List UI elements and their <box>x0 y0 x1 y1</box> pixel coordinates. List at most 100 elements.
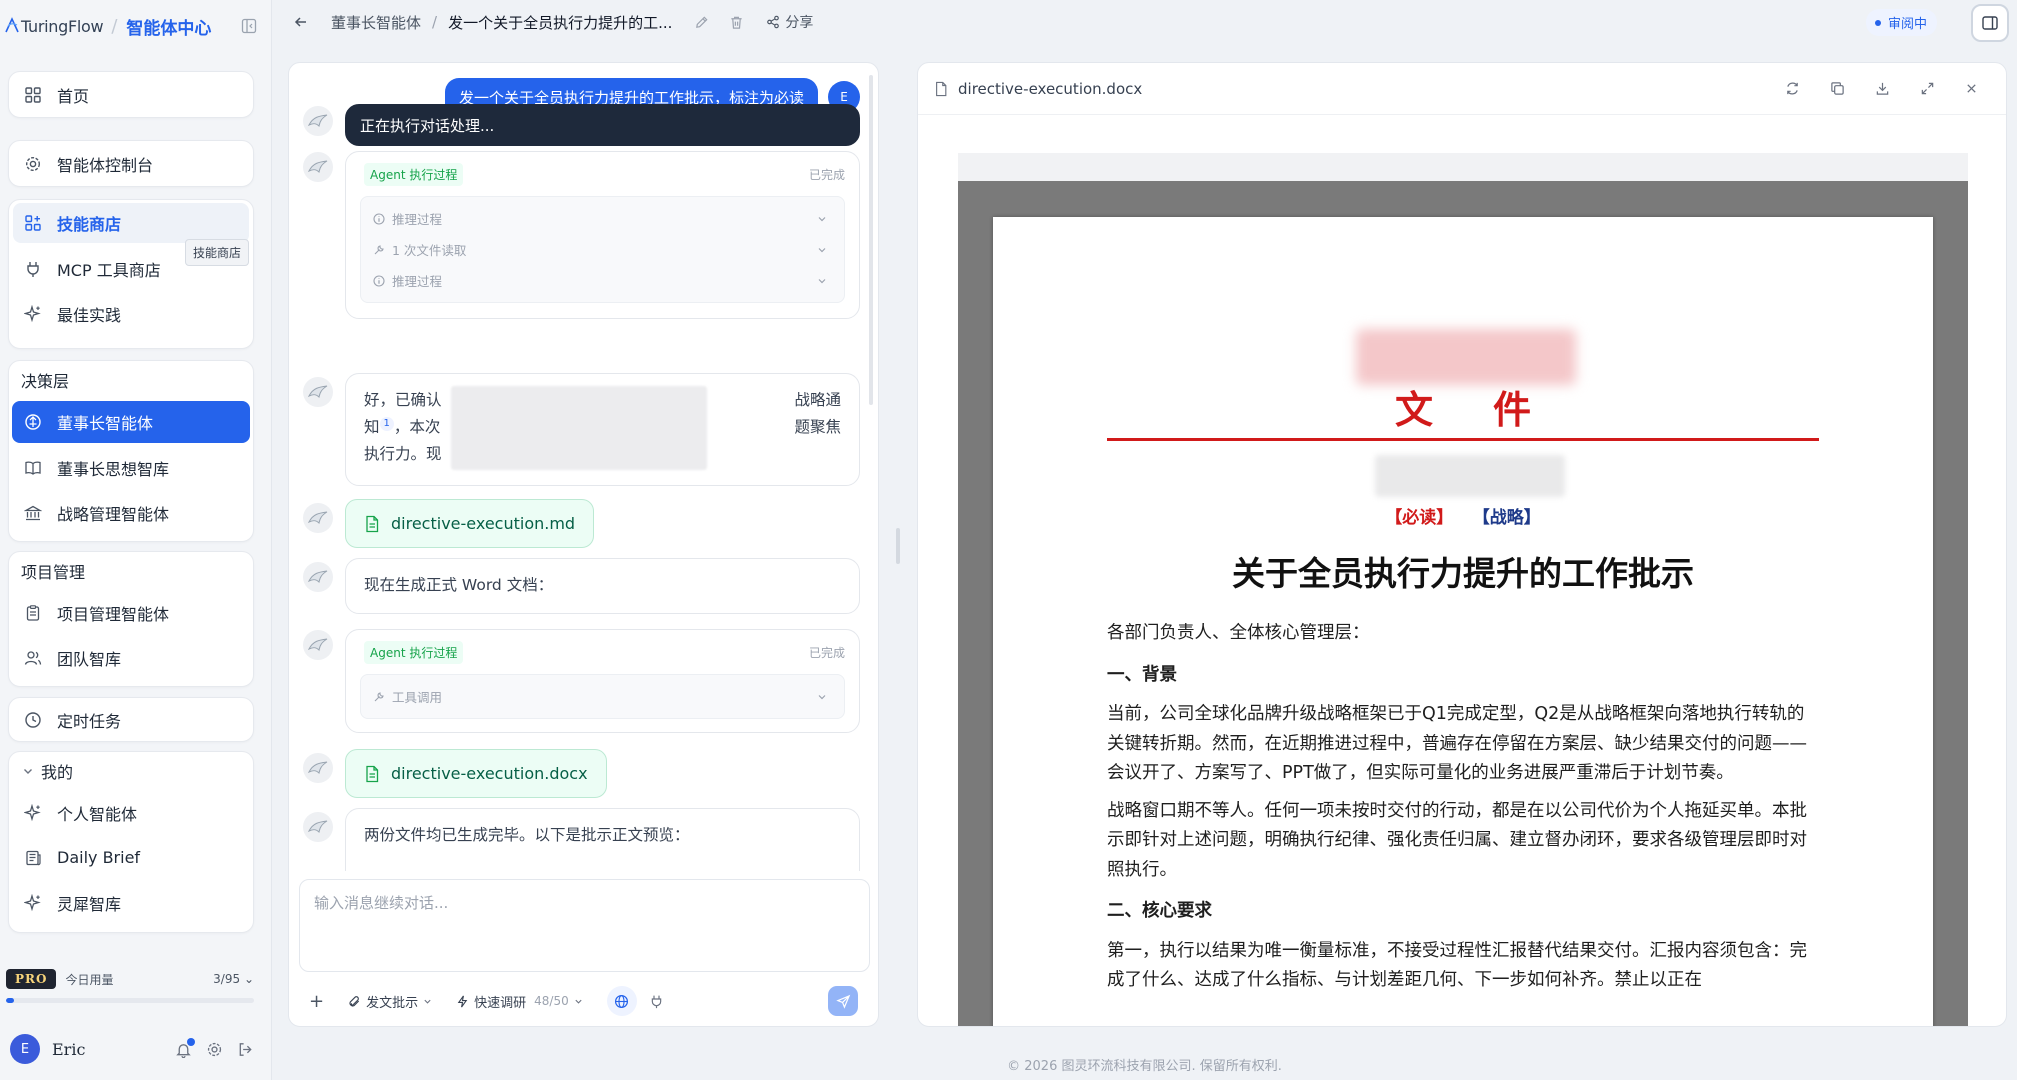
usage-bar <box>6 998 254 1003</box>
nav-daily-brief[interactable]: Daily Brief <box>9 835 253 880</box>
file-text-icon <box>364 765 380 783</box>
share-button[interactable]: 分享 <box>766 12 813 32</box>
bot-avatar <box>303 377 333 407</box>
chevron-down-icon <box>574 997 583 1006</box>
group-title-mine[interactable]: 我的 <box>9 752 253 790</box>
step-reasoning[interactable]: 推理过程 <box>361 265 844 296</box>
bell-icon[interactable] <box>175 1037 195 1058</box>
nav-daily-brief-label: Daily Brief <box>57 848 141 867</box>
group-title-project: 项目管理 <box>21 563 86 582</box>
collapse-sidebar-icon[interactable] <box>241 18 257 34</box>
section-heading-background: 一、背景 <box>1107 664 1177 685</box>
nav-chairman-agent[interactable]: 董事长智能体 <box>12 401 250 443</box>
apps-add-icon <box>23 213 43 233</box>
document-canvas[interactable]: 文件 【必读】 【战略】 关于全员执行力提升的工作批示 各部门负责人、全体核心管理… <box>958 181 1968 1026</box>
citation-badge[interactable]: 1 <box>379 416 394 431</box>
agent-process-tag: Agent 执行过程 <box>364 640 464 664</box>
paragraph: 第一，执行以结果为唯一衡量标准，不接受过程性汇报替代结果交付。汇报内容须包含：完… <box>1107 940 1807 991</box>
nav-personal-agent[interactable]: 个人智能体 <box>9 790 253 835</box>
salutation: 各部门负责人、全体核心管理层： <box>1107 623 1370 643</box>
chevron-down-icon <box>817 276 827 286</box>
project-card: 项目管理 项目管理智能体 团队智库 <box>8 551 254 687</box>
step-reasoning[interactable]: 推理过程 <box>361 203 844 234</box>
nav-home-label: 首页 <box>57 86 90 106</box>
file-chip-docx-label: directive-execution.docx <box>391 764 588 783</box>
chevron-down-icon <box>817 214 827 224</box>
bot-bird-icon <box>307 759 329 777</box>
bot-bird-icon <box>307 158 329 176</box>
nav-console[interactable]: 智能体控制台 <box>9 141 253 186</box>
nav-console-label: 智能体控制台 <box>57 155 154 175</box>
nav-home[interactable]: 首页 <box>9 72 253 117</box>
paperclip-icon <box>348 995 361 1008</box>
sidebar: TuringFlow / 智能体中心 首页 智能体控制台 技能商店 MCP 工具… <box>0 0 272 1080</box>
nav-best-practice[interactable]: 最佳实践 <box>9 291 253 336</box>
directive-mode-button[interactable]: 发文批示 <box>348 992 432 1011</box>
nav-chairman-think-tank[interactable]: 董事长思想智库 <box>9 445 253 490</box>
nav-scheduled-tasks[interactable]: 定时任务 <box>9 698 253 741</box>
message-list[interactable]: 发一个关于全员执行力提升的工作批示，标注为必读 E 正在执行对话处理... Ag… <box>289 63 878 871</box>
file-chip-docx[interactable]: directive-execution.docx <box>345 749 607 798</box>
settings-icon[interactable] <box>206 1041 223 1058</box>
avatar[interactable]: E <box>10 1034 40 1064</box>
redacted-text <box>451 386 707 470</box>
pro-badge: PRO <box>6 969 57 989</box>
chat-scrollbar[interactable] <box>869 75 873 405</box>
message-input[interactable]: 输入消息继续对话... <box>299 879 870 972</box>
lightning-icon <box>456 995 469 1008</box>
panel-toggle-button[interactable] <box>1971 4 2009 42</box>
add-attachment-button[interactable]: + <box>309 991 324 1012</box>
bot-avatar <box>303 753 333 783</box>
breadcrumb-agent[interactable]: 董事长智能体 <box>331 12 421 33</box>
logout-icon[interactable] <box>237 1041 254 1058</box>
agent-process-status: 已完成 <box>808 167 845 182</box>
expand-icon[interactable] <box>1920 81 1935 96</box>
send-button[interactable] <box>828 986 858 1016</box>
bot-bird-icon <box>307 509 329 527</box>
notification-dot <box>187 1037 195 1046</box>
info-circle-icon <box>373 212 385 225</box>
nav-strategy-agent[interactable]: 战略管理智能体 <box>9 490 253 535</box>
agent-steps: 工具调用 <box>360 674 845 719</box>
nav-skill-store-label: 技能商店 <box>57 215 122 234</box>
nav-team-think-tank[interactable]: 团队智库 <box>9 635 253 680</box>
copy-icon[interactable] <box>1830 81 1845 96</box>
gear-icon <box>23 154 43 174</box>
wrench-icon <box>373 691 385 703</box>
step-file-read[interactable]: 1 次文件读取 <box>361 234 844 265</box>
resize-handle[interactable] <box>896 528 900 564</box>
close-icon[interactable] <box>1965 81 1978 96</box>
refresh-icon[interactable] <box>1785 81 1800 96</box>
nav-project-agent[interactable]: 项目管理智能体 <box>9 590 253 635</box>
file-chip-md-label: directive-execution.md <box>391 514 576 533</box>
bot-bird-icon <box>307 383 329 401</box>
sparkle-icon <box>23 893 43 913</box>
file-chip-md[interactable]: directive-execution.md <box>345 499 595 548</box>
nav-lingxi-think-tank-label: 灵犀智库 <box>57 894 122 914</box>
app-logo[interactable]: TuringFlow <box>4 16 104 36</box>
nav-personal-agent-label: 个人智能体 <box>57 804 138 824</box>
agent-process-status: 已完成 <box>808 645 845 660</box>
app-title: 智能体中心 <box>126 18 212 39</box>
clipboard-icon <box>23 603 43 623</box>
nav-skill-store[interactable]: 技能商店 <box>13 203 249 243</box>
plug-icon[interactable] <box>649 994 664 1009</box>
globe-icon <box>614 994 629 1009</box>
document-tags: 【必读】 【战略】 <box>993 503 1933 528</box>
skill-store-tooltip: 技能商店 <box>185 239 250 266</box>
wrench-icon <box>373 244 385 256</box>
step-tool-call[interactable]: 工具调用 <box>361 681 844 712</box>
document-preview-panel: directive-execution.docx 文件 【必读】 【战略】 关于全… <box>917 62 2007 1027</box>
market-card: 技能商店 MCP 工具商店 最佳实践 <box>8 199 254 349</box>
quick-research-button[interactable]: 快速调研 48/50 <box>456 992 583 1011</box>
back-arrow-icon[interactable] <box>293 14 309 30</box>
nav-team-think-tank-label: 团队智库 <box>57 649 122 669</box>
group-title-decision: 决策层 <box>21 372 70 391</box>
edit-pencil-icon[interactable] <box>694 15 709 30</box>
usage-count[interactable]: 3/95 ⌄ <box>213 972 254 986</box>
download-icon[interactable] <box>1875 81 1890 96</box>
trash-icon[interactable] <box>729 15 744 30</box>
bot-avatar <box>303 562 333 592</box>
web-search-toggle[interactable] <box>606 986 637 1016</box>
nav-lingxi-think-tank[interactable]: 灵犀智库 <box>9 880 253 925</box>
